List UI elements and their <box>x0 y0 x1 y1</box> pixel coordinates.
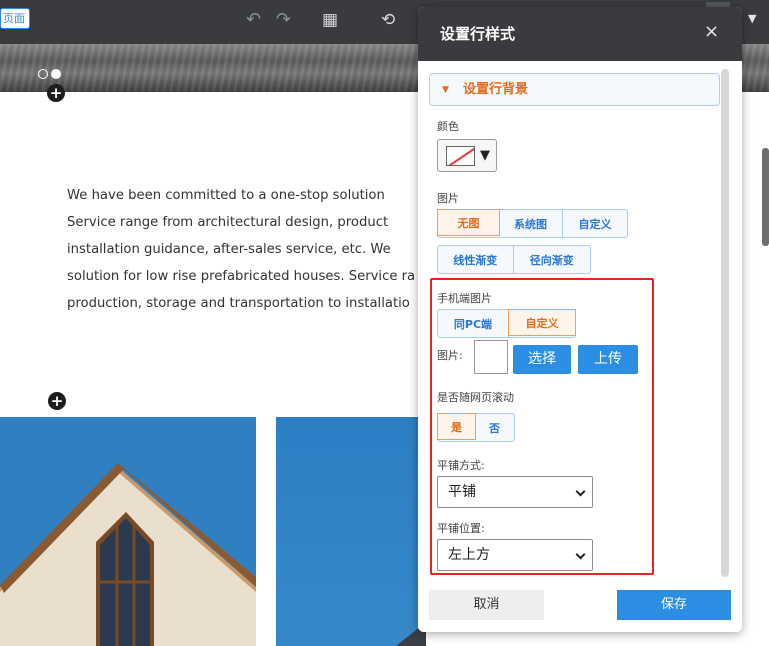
carousel-dot[interactable] <box>38 69 48 79</box>
chevron-down-icon <box>575 486 586 497</box>
paragraph-line: production, storage and transportation t… <box>67 296 410 311</box>
image-source-toggle: 无图 系统图 自定义 <box>437 209 628 238</box>
close-icon[interactable]: × <box>704 21 719 43</box>
tile-position-label: 平铺位置: <box>437 522 485 535</box>
redo-icon[interactable]: ↷ <box>276 10 291 30</box>
select-image-button[interactable]: 选择 <box>513 345 571 374</box>
scroll-toggle: 是 否 <box>437 413 515 442</box>
scroll-option-no[interactable]: 否 <box>475 414 514 441</box>
gradient-linear[interactable]: 线性渐变 <box>438 246 514 273</box>
cancel-button[interactable]: 取消 <box>429 590 544 620</box>
tile-mode-value: 平铺 <box>448 484 476 500</box>
tile-mode-label: 平铺方式: <box>437 459 485 472</box>
paragraph-line: installation guidance, after-sales servi… <box>67 242 391 257</box>
tile-position-value: 左上方 <box>448 547 490 563</box>
row-style-dialog: 设置行样式 × ▼ 设置行背景 颜色 ▼ 图片 无图 系统图 自定义 线性渐变 … <box>418 7 742 632</box>
paragraph-line: solution for low rise prefabricated hous… <box>67 269 416 284</box>
add-row-icon[interactable]: + <box>48 392 66 410</box>
image-option-none[interactable]: 无图 <box>437 209 500 236</box>
scroll-option-yes[interactable]: 是 <box>437 413 476 440</box>
dialog-title: 设置行样式 <box>440 25 516 43</box>
carousel-dot-active[interactable] <box>51 69 61 79</box>
paragraph-line: Service range from architectural design,… <box>67 215 389 230</box>
dialog-scrollbar[interactable] <box>721 69 729 577</box>
mobile-image-label: 手机端图片 <box>437 292 492 305</box>
paragraph-line: We have been committed to a one-stop sol… <box>67 188 385 203</box>
mobile-image-toggle: 同PC端 自定义 <box>437 309 576 338</box>
scroll-with-page-label: 是否随网页滚动 <box>437 391 514 404</box>
picture-label: 图片: <box>437 349 463 362</box>
gradient-radial[interactable]: 径向渐变 <box>514 246 591 273</box>
image-option-system[interactable]: 系统图 <box>499 210 563 237</box>
image-preview-box[interactable] <box>474 340 508 374</box>
save-button[interactable]: 保存 <box>617 590 731 620</box>
undo-icon[interactable]: ↶ <box>246 10 261 30</box>
chevron-down-icon <box>575 549 586 560</box>
no-color-swatch-icon <box>446 146 475 166</box>
tile-mode-select[interactable]: 平铺 <box>437 476 593 508</box>
intro-paragraph: We have been committed to a one-stop sol… <box>67 182 422 317</box>
upload-image-button[interactable]: 上传 <box>578 345 638 374</box>
house-photo <box>0 417 256 646</box>
section-header-row-background[interactable]: ▼ 设置行背景 <box>429 73 720 106</box>
image-option-custom[interactable]: 自定义 <box>563 210 627 237</box>
mobile-option-custom[interactable]: 自定义 <box>508 309 576 336</box>
mobile-option-same-pc[interactable]: 同PC端 <box>438 310 509 337</box>
page-chip[interactable]: 页面 <box>0 8 30 29</box>
section-title: 设置行背景 <box>463 82 529 97</box>
building-illustration <box>396 622 426 646</box>
page-scrollbar[interactable] <box>762 148 769 246</box>
history-icon[interactable]: ⟲ <box>381 10 395 30</box>
image-label: 图片 <box>437 192 459 205</box>
dialog-header: 设置行样式 × <box>418 7 742 61</box>
house-illustration <box>0 463 256 646</box>
add-row-icon[interactable]: + <box>47 84 65 102</box>
dialog-footer: 取消 保存 <box>418 577 742 632</box>
triangle-down-icon: ▼ <box>442 85 449 95</box>
dialog-body: ▼ 设置行背景 颜色 ▼ 图片 无图 系统图 自定义 线性渐变 径向渐变 手机端… <box>418 61 742 577</box>
tile-position-select[interactable]: 左上方 <box>437 539 593 571</box>
color-picker-button[interactable]: ▼ <box>437 139 497 172</box>
building-photo <box>276 417 426 646</box>
caret-down-icon: ▼ <box>480 148 490 163</box>
caret-down-icon[interactable]: ▼ <box>748 12 756 25</box>
grid-icon[interactable]: ▦ <box>322 10 338 30</box>
color-label: 颜色 <box>437 120 459 133</box>
gradient-toggle: 线性渐变 径向渐变 <box>437 245 591 274</box>
